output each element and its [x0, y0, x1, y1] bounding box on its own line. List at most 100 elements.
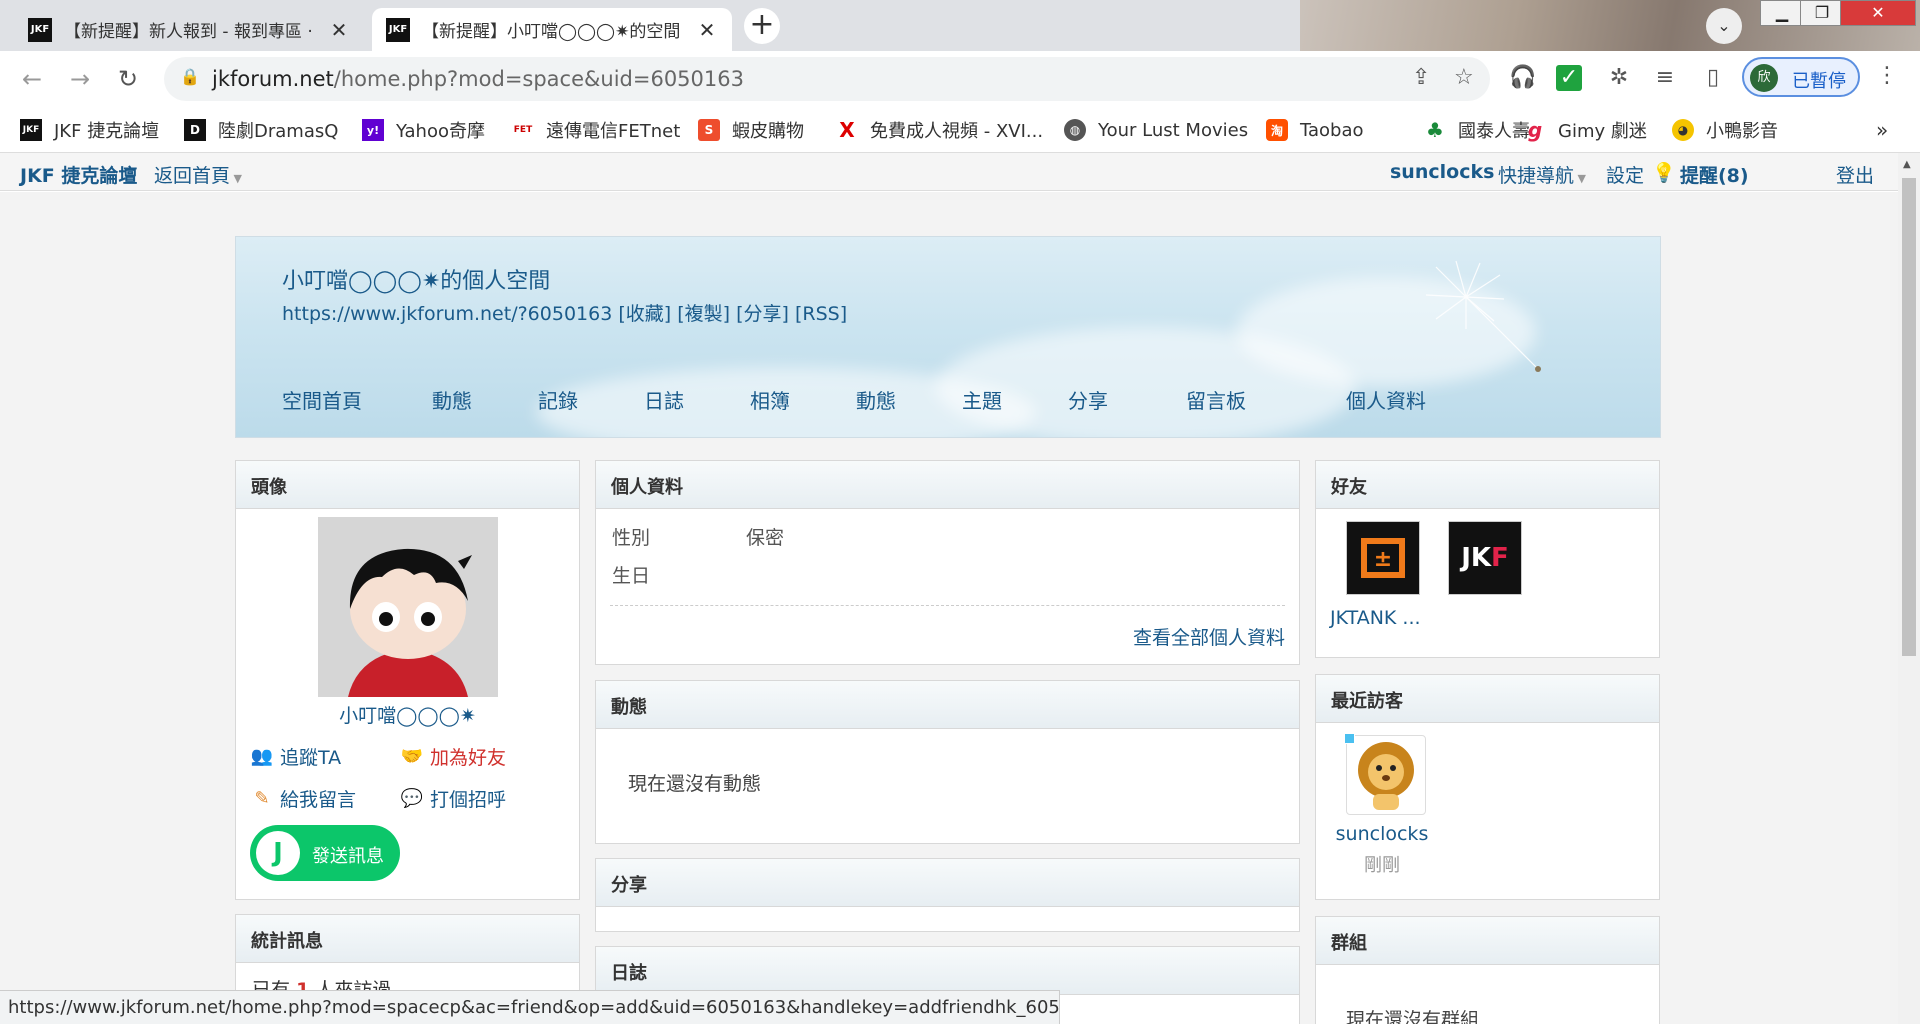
favorite-link[interactable]: [收藏] [618, 303, 671, 325]
quicknav-link[interactable]: 快捷導航 ▼ [1498, 161, 1586, 188]
copy-link[interactable]: [複製] [677, 303, 730, 325]
friend-avatar-jkf[interactable]: JKF [1448, 521, 1522, 595]
browser-toolbar: ← → ↻ 🔒 jkforum.net/home.php?mod=space&u… [0, 51, 1920, 106]
media-queue-icon[interactable]: ≡ [1650, 63, 1680, 93]
friend-avatar-jktank[interactable]: ± [1346, 521, 1420, 595]
menu-kebab-icon[interactable]: ⋮ [1876, 63, 1898, 88]
lock-icon: 🔒 [180, 67, 200, 86]
reload-icon[interactable]: ↻ [110, 61, 146, 97]
jkf-favicon-icon: JKF [386, 17, 410, 42]
space-nav-feed[interactable]: 動態 [432, 385, 472, 414]
dramasq-icon: D [184, 119, 206, 141]
gimy-icon: g [1527, 118, 1543, 142]
send-message-button[interactable]: J 發送訊息 [250, 825, 400, 881]
space-nav-threads[interactable]: 主題 [962, 385, 1002, 414]
bookmark-xvideos[interactable]: X 免費成人視頻 - XVI... [836, 116, 1043, 144]
scroll-up-icon[interactable]: ▲ [1903, 159, 1911, 170]
close-window-icon[interactable]: ✕ [1840, 0, 1916, 26]
extensions-puzzle-icon[interactable]: ✲ [1604, 63, 1634, 93]
panel-header: 群組 [1316, 917, 1659, 965]
bookmarks-more-icon[interactable]: » [1876, 118, 1888, 142]
tab-active[interactable]: JKF 【新提醒】小叮噹◯◯◯✷的空間 ✕ [372, 8, 732, 51]
profile-label-birthday: 生日 [612, 565, 651, 587]
space-nav-profile[interactable]: 個人資料 [1346, 385, 1426, 414]
space-nav-album[interactable]: 相簿 [750, 385, 790, 414]
settings-link[interactable]: 設定 [1606, 161, 1644, 188]
bookmark-dramasq[interactable]: D 陸劇DramasQ [184, 116, 338, 144]
bookmark-taobao[interactable]: 淘 Taobao [1266, 116, 1364, 144]
tab-title: 【新提醒】新人報到 - 報到專區 · [64, 22, 313, 42]
tab-close-icon[interactable]: ✕ [328, 18, 350, 42]
space-title: 小叮噹◯◯◯✷的個人空間 [282, 269, 551, 294]
new-tab-button[interactable]: + [744, 8, 780, 44]
message-logo-icon: J [256, 831, 300, 875]
visitor-time: 剛剛 [1364, 855, 1400, 876]
share-panel: 分享 [595, 858, 1300, 932]
bookmark-shopee[interactable]: S 蝦皮購物 [698, 116, 804, 144]
bookmark-gimy[interactable]: g Gimy 劇迷 [1524, 116, 1647, 144]
minimize-window-icon[interactable]: ▁ [1760, 0, 1804, 26]
taobao-icon: 淘 [1266, 119, 1288, 141]
avatar-name[interactable]: 小叮噹◯◯◯✷ [236, 701, 579, 728]
lightbulb-icon: 💡 [1652, 162, 1676, 184]
panel-header: 動態 [596, 681, 1299, 729]
space-nav-home[interactable]: 空間首頁 [282, 385, 362, 414]
scrollbar-thumb[interactable] [1902, 178, 1916, 656]
jkf-favicon-icon: JKF [28, 17, 52, 42]
space-nav-share[interactable]: 分享 [1068, 385, 1108, 414]
view-all-profile-link[interactable]: 查看全部個人資料 [1133, 623, 1285, 650]
greet-button[interactable]: 💬 打個招呼 [400, 785, 506, 812]
pencil-icon: ✎ [254, 787, 270, 809]
bookmark-lust-movies[interactable]: ◍ Your Lust Movies [1064, 116, 1248, 144]
profile-button[interactable]: 欣 已暫停 [1742, 57, 1860, 97]
tab-inactive[interactable]: JKF 【新提醒】新人報到 - 報到專區 · ✕ [14, 8, 364, 51]
space-nav-activity[interactable]: 動態 [856, 385, 896, 414]
address-bar[interactable]: 🔒 jkforum.net/home.php?mod=space&uid=605… [164, 57, 1490, 101]
globe-icon: ◍ [1064, 119, 1086, 141]
rss-link[interactable]: [RSS] [795, 303, 847, 325]
avatar-face-icon [318, 517, 498, 697]
share-link[interactable]: [分享] [736, 303, 789, 325]
panel-header: 個人資料 [596, 461, 1299, 509]
back-arrow-icon[interactable]: ← [14, 61, 50, 97]
username-link[interactable]: sunclocks [1390, 161, 1494, 183]
bookmark-fetnet[interactable]: FET 遠傳電信FETnet [512, 116, 680, 144]
panel-header: 最近訪客 [1316, 675, 1659, 723]
space-nav-blog[interactable]: 日誌 [644, 385, 684, 414]
bookmark-yahoo[interactable]: y! Yahoo奇摩 [362, 116, 485, 144]
bookmark-duck[interactable]: ◕ 小鴨影音 [1672, 116, 1778, 144]
space-nav-records[interactable]: 記錄 [538, 385, 578, 414]
handshake-icon: 🤝 [400, 745, 424, 767]
duck-icon: ◕ [1672, 119, 1694, 141]
visitor-name[interactable]: sunclocks [1316, 823, 1448, 845]
extension-headphones-icon[interactable]: 🎧 [1508, 63, 1538, 93]
bookmark-jkf[interactable]: JKF JKF 捷克論壇 [20, 116, 159, 144]
home-link[interactable]: 返回首頁 ▼ [154, 161, 242, 188]
side-panel-icon[interactable]: ▯ [1698, 63, 1728, 93]
bookmark-star-icon[interactable]: ☆ [1454, 65, 1474, 90]
page-scrollbar[interactable]: ▲ [1898, 153, 1920, 1024]
maximize-window-icon[interactable]: ❐ [1800, 0, 1844, 26]
tab-search-chevron-icon[interactable]: ⌄ [1706, 8, 1742, 44]
visitor-avatar[interactable] [1344, 733, 1426, 815]
bookmark-cathay[interactable]: ♣ 國泰人壽 [1424, 116, 1530, 144]
logout-link[interactable]: 登出 [1836, 161, 1874, 188]
add-friend-button[interactable]: 🤝 加為好友 [400, 743, 506, 770]
space-url[interactable]: https://www.jkforum.net/?6050163 [282, 303, 612, 325]
panel-header: 頭像 [236, 461, 579, 509]
alerts-link[interactable]: 提醒(8) [1680, 161, 1749, 188]
address-url[interactable]: jkforum.net/home.php?mod=space&uid=60501… [212, 67, 744, 91]
tree-icon: ♣ [1426, 118, 1444, 142]
panel-header: 統計訊息 [236, 915, 579, 963]
forward-arrow-icon[interactable]: → [62, 61, 98, 97]
avatar[interactable] [318, 517, 498, 697]
tab-close-icon[interactable]: ✕ [696, 18, 718, 42]
leave-message-button[interactable]: ✎ 給我留言 [250, 785, 356, 812]
forum-brand-link[interactable]: JKF 捷克論壇 [20, 161, 137, 188]
extension-check-icon[interactable]: ✓ [1556, 65, 1582, 91]
send-message-label: 發送訊息 [312, 846, 384, 867]
space-nav-guestbook[interactable]: 留言板 [1186, 385, 1246, 414]
share-icon[interactable]: ⇪ [1412, 65, 1430, 90]
friend-name[interactable]: JKTANK ... [1330, 607, 1421, 629]
follow-button[interactable]: 👥 追蹤TA [250, 743, 341, 770]
